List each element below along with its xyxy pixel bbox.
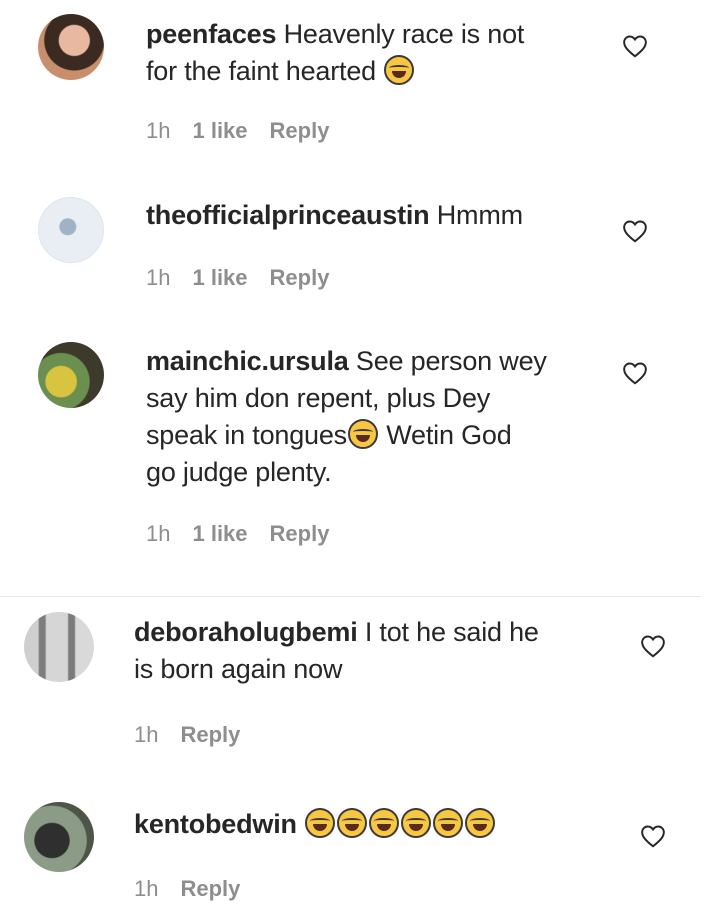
comment-time: 1h: [146, 521, 171, 546]
username[interactable]: peenfaces: [146, 19, 276, 49]
face-with-tears-of-joy-emoji: [401, 808, 432, 838]
divider: [0, 596, 700, 597]
avatar[interactable]: [38, 342, 104, 408]
comment-time: 1h: [134, 722, 159, 747]
comment-time: 1h: [134, 876, 159, 901]
comment-time: 1h: [146, 265, 171, 290]
face-with-tears-of-joy-emoji: [347, 419, 378, 449]
comment-body: I tot he said he: [357, 617, 539, 647]
comment-body: go judge plenty.: [146, 457, 332, 487]
comment-item: theofficialprinceaustin Hmmm 1h 1 like R…: [0, 185, 720, 325]
heart-icon[interactable]: [622, 361, 648, 385]
comment-text: kentobedwin: [134, 806, 496, 843]
reply-button[interactable]: Reply: [270, 521, 330, 547]
comment-body: for the faint hearted: [146, 56, 384, 86]
face-with-tears-of-joy-emoji: [337, 808, 368, 838]
reply-button[interactable]: Reply: [180, 722, 240, 748]
comment-item: deboraholugbemi I tot he said he is born…: [0, 600, 720, 770]
comment-body: speak in tongues: [146, 420, 347, 450]
username[interactable]: theofficialprinceaustin: [146, 200, 430, 230]
avatar[interactable]: [24, 802, 94, 872]
comment-text: deboraholugbemi I tot he said he is born…: [134, 614, 539, 688]
comment-body: Heavenly race is not: [276, 19, 525, 49]
comment-item: peenfaces Heavenly race is not for the f…: [0, 0, 720, 170]
comment-meta: 1h 1 like Reply: [146, 118, 351, 144]
face-with-tears-of-joy-emoji: [465, 808, 496, 838]
comment-text: mainchic.ursula See person wey say him d…: [146, 343, 547, 491]
reply-button[interactable]: Reply: [270, 118, 330, 144]
like-count[interactable]: 1 like: [192, 265, 247, 291]
reply-button[interactable]: Reply: [180, 876, 240, 902]
comment-body: is born again now: [134, 654, 343, 684]
comment-body: say him don repent, plus Dey: [146, 383, 491, 413]
comment-body: Wetin God: [378, 420, 512, 450]
comment-meta: 1h Reply: [134, 722, 262, 748]
face-with-tears-of-joy-emoji: [369, 808, 400, 838]
heart-icon[interactable]: [640, 824, 666, 848]
avatar[interactable]: [24, 612, 94, 682]
face-with-tears-of-joy-emoji: [433, 808, 464, 838]
comment-body: Hmmm: [429, 200, 523, 230]
comment-meta: 1h 1 like Reply: [146, 265, 351, 291]
face-with-tears-of-joy-emoji: [305, 808, 336, 838]
face-with-tears-of-joy-emoji: [384, 55, 415, 85]
like-count[interactable]: 1 like: [192, 521, 247, 547]
comment-text: theofficialprinceaustin Hmmm: [146, 197, 523, 234]
username[interactable]: mainchic.ursula: [146, 346, 349, 376]
avatar[interactable]: [38, 14, 104, 80]
comment-item: mainchic.ursula See person wey say him d…: [0, 335, 720, 575]
comment-item: kentobedwin 1h Reply: [0, 790, 720, 912]
like-count[interactable]: 1 like: [192, 118, 247, 144]
heart-icon[interactable]: [622, 34, 648, 58]
heart-icon[interactable]: [622, 219, 648, 243]
comment-meta: 1h 1 like Reply: [146, 521, 351, 547]
avatar[interactable]: [38, 197, 104, 263]
username[interactable]: kentobedwin: [134, 809, 297, 839]
reply-button[interactable]: Reply: [270, 265, 330, 291]
comment-text: peenfaces Heavenly race is not for the f…: [146, 16, 524, 90]
username[interactable]: deboraholugbemi: [134, 617, 358, 647]
comment-body: See person wey: [348, 346, 547, 376]
comment-meta: 1h Reply: [134, 876, 262, 902]
comment-time: 1h: [146, 118, 171, 143]
heart-icon[interactable]: [640, 634, 666, 658]
